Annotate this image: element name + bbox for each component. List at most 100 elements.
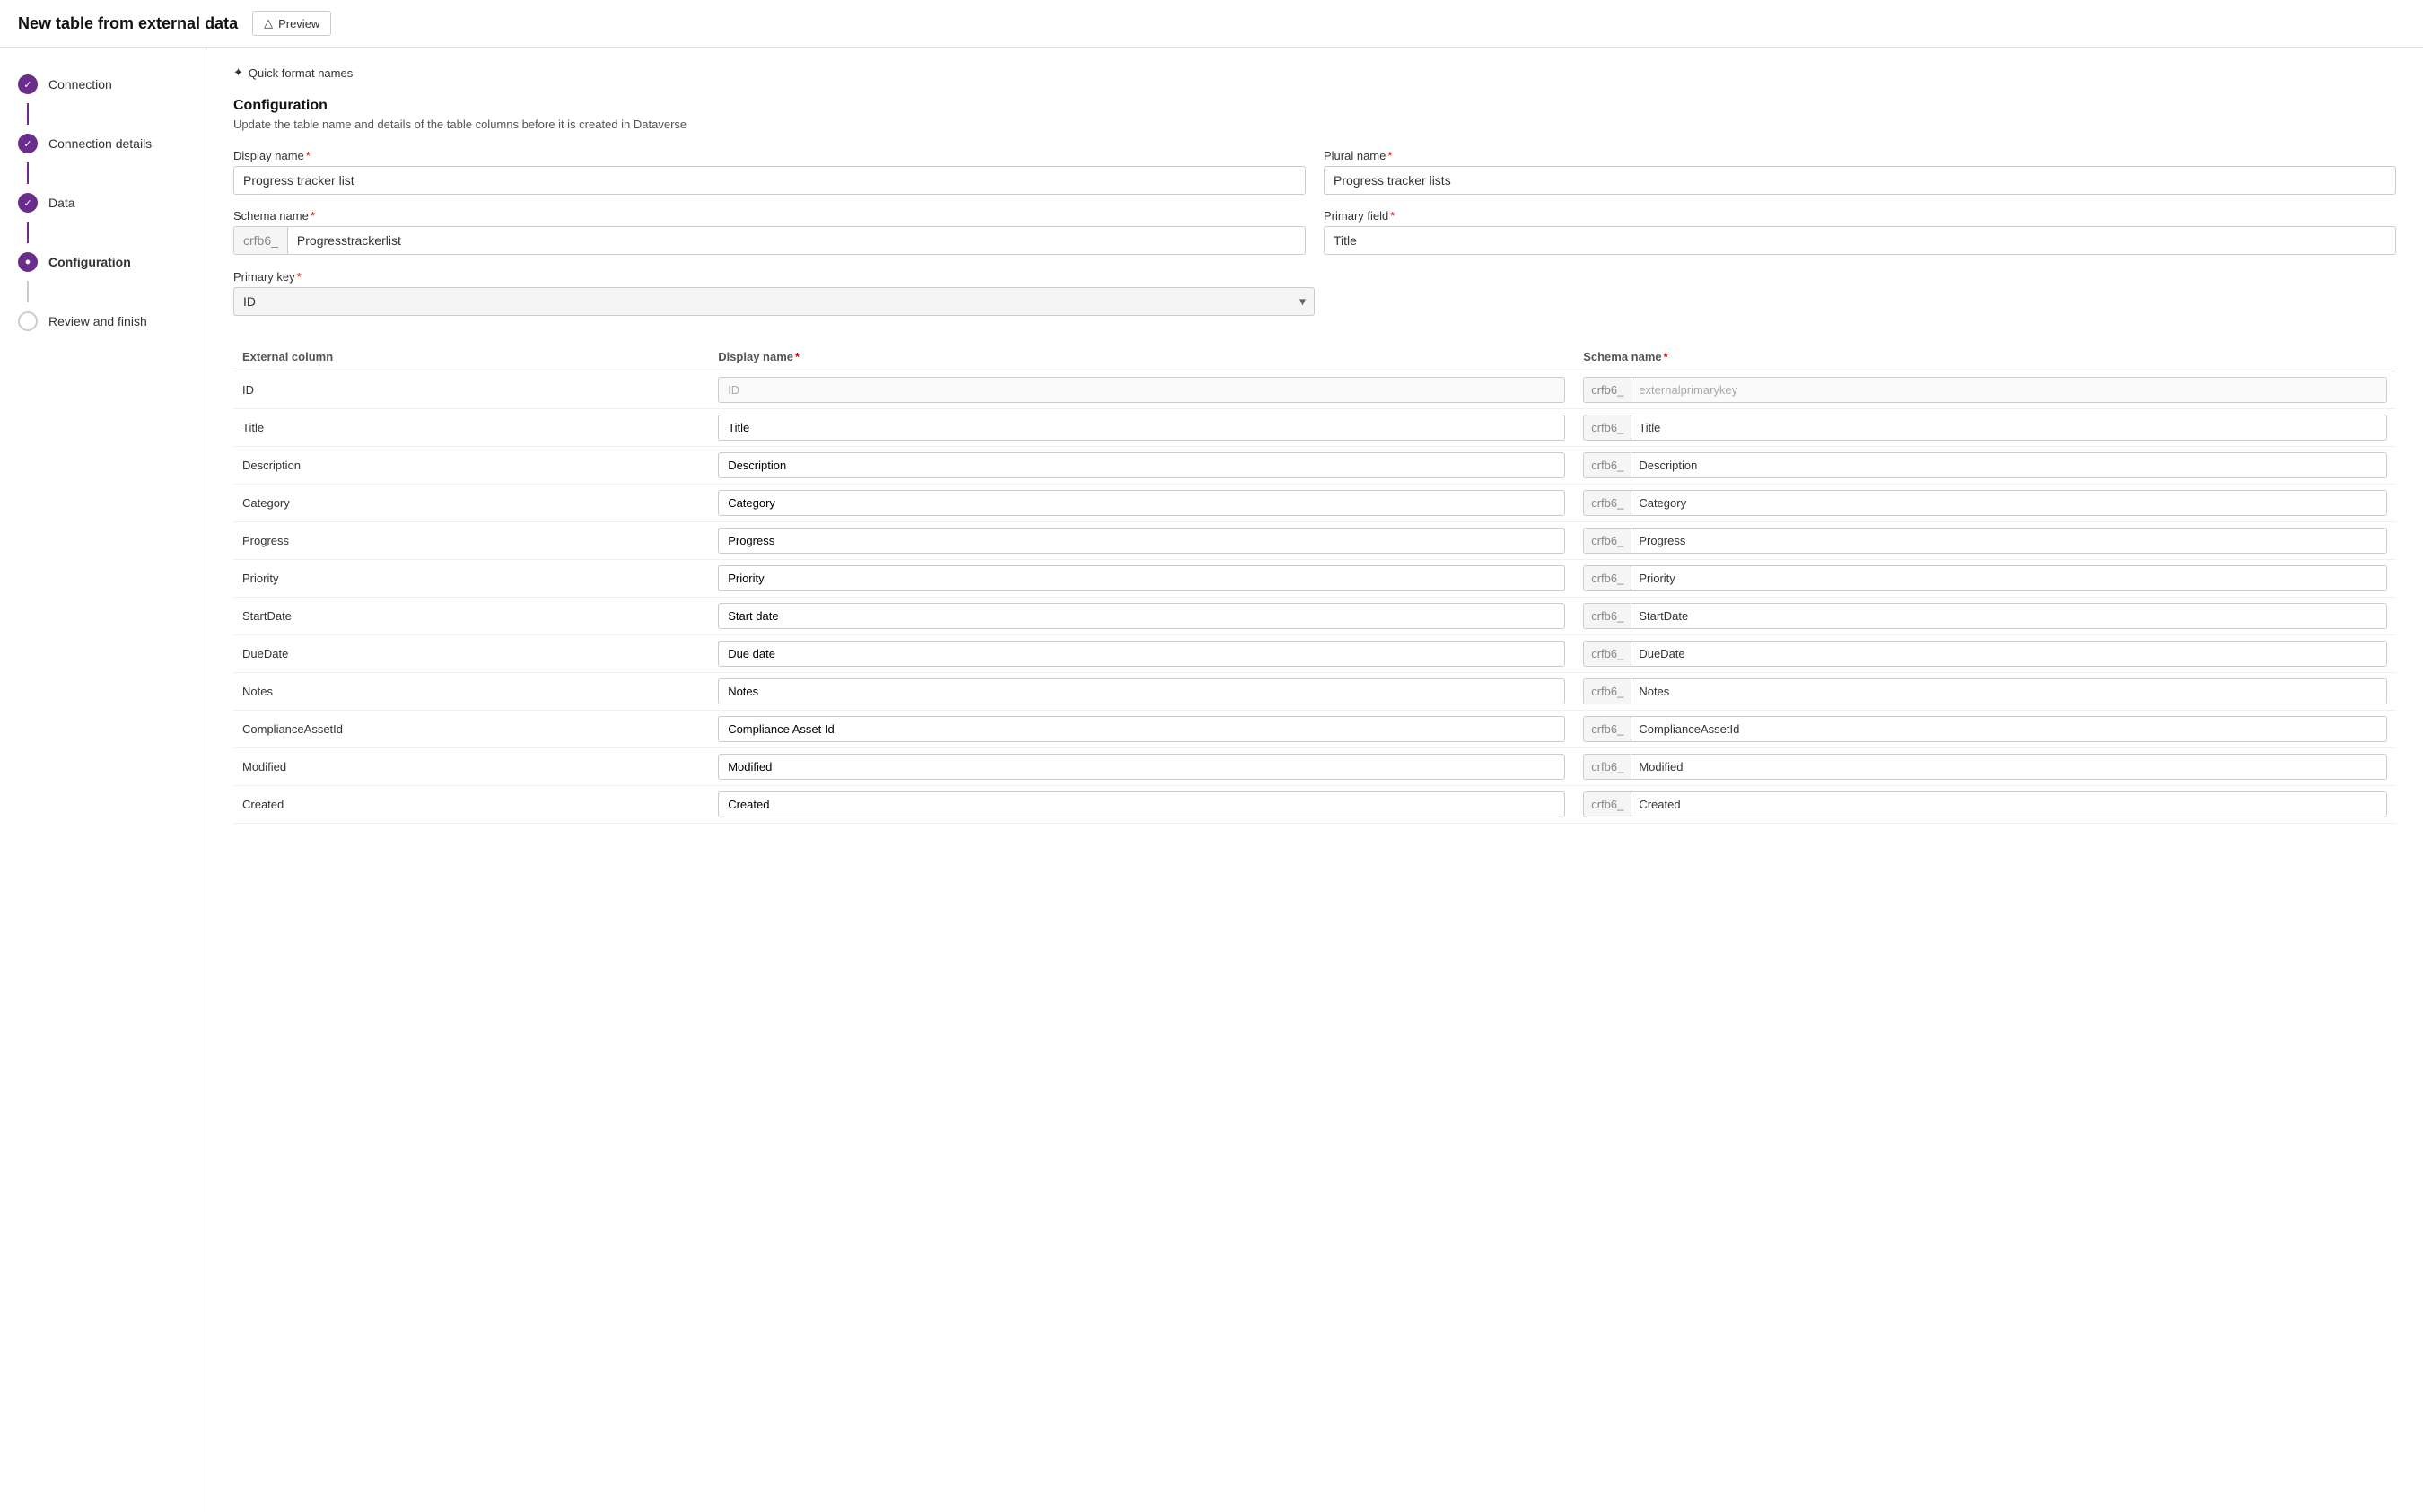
schema-col-wrap: crfb6_ xyxy=(1583,565,2387,591)
schema-col-prefix: crfb6_ xyxy=(1584,529,1631,553)
display-col-cell xyxy=(709,635,1574,673)
schema-col-input[interactable] xyxy=(1631,566,2386,590)
primary-field-input[interactable] xyxy=(1324,226,2396,255)
display-col-cell xyxy=(709,371,1574,409)
schema-col-input[interactable] xyxy=(1631,604,2386,628)
schema-col-input[interactable] xyxy=(1631,642,2386,666)
primary-field-label: Primary field* xyxy=(1324,209,2396,223)
plural-name-input[interactable] xyxy=(1324,166,2396,195)
quick-format-button[interactable]: ✦ Quick format names xyxy=(233,66,2396,80)
preview-icon: △ xyxy=(264,16,273,31)
display-col-input[interactable] xyxy=(718,716,1565,742)
schema-col-cell: crfb6_ xyxy=(1574,786,2396,824)
sidebar-label-data: Data xyxy=(48,196,75,210)
preview-button[interactable]: △ Preview xyxy=(252,11,331,36)
external-col-cell: ComplianceAssetId xyxy=(233,711,709,748)
schema-col-input[interactable] xyxy=(1631,529,2386,553)
display-col-input[interactable] xyxy=(718,791,1565,817)
preview-label: Preview xyxy=(278,17,319,31)
display-col-input[interactable] xyxy=(718,528,1565,554)
schema-col-cell: crfb6_ xyxy=(1574,635,2396,673)
sidebar-label-connection: Connection xyxy=(48,77,112,92)
schema-col-input[interactable] xyxy=(1631,491,2386,515)
display-col-input[interactable] xyxy=(718,490,1565,516)
schema-col-prefix: crfb6_ xyxy=(1584,755,1631,779)
schema-col-cell: crfb6_ xyxy=(1574,673,2396,711)
schema-col-wrap: crfb6_ xyxy=(1583,452,2387,478)
schema-value-input[interactable] xyxy=(288,227,1305,254)
sidebar-label-configuration: Configuration xyxy=(48,255,131,269)
plural-name-label: Plural name* xyxy=(1324,149,2396,162)
external-col-cell: Created xyxy=(233,786,709,824)
display-name-input[interactable] xyxy=(233,166,1306,195)
sidebar-label-connection-details: Connection details xyxy=(48,136,152,151)
schema-col-input[interactable] xyxy=(1631,415,2386,440)
display-col-cell xyxy=(709,711,1574,748)
display-col-input[interactable] xyxy=(718,603,1565,629)
display-col-input[interactable] xyxy=(718,377,1565,403)
external-col-cell: Category xyxy=(233,485,709,522)
display-name-group: Display name* xyxy=(233,149,1306,195)
schema-col-prefix: crfb6_ xyxy=(1584,378,1631,402)
schema-col-input[interactable] xyxy=(1631,717,2386,741)
primary-field-group: Primary field* xyxy=(1324,209,2396,255)
connector-3 xyxy=(27,222,29,243)
display-col-cell xyxy=(709,673,1574,711)
sidebar-item-data[interactable]: ✓ Data xyxy=(0,184,206,222)
table-row: Priority crfb6_ xyxy=(233,560,2396,598)
schema-col-wrap: crfb6_ xyxy=(1583,791,2387,817)
page-title: New table from external data xyxy=(18,14,238,33)
display-col-input[interactable] xyxy=(718,565,1565,591)
display-col-input[interactable] xyxy=(718,415,1565,441)
step-circle-connection-details: ✓ xyxy=(18,134,38,153)
quick-format-icon: ✦ xyxy=(233,66,243,80)
schema-col-input[interactable] xyxy=(1631,755,2386,779)
section-title: Configuration xyxy=(233,98,2396,114)
schema-col-prefix: crfb6_ xyxy=(1584,792,1631,817)
schema-col-input[interactable] xyxy=(1631,792,2386,817)
col-schema-header: Schema name* xyxy=(1574,343,2396,371)
sidebar-item-configuration[interactable]: ● Configuration xyxy=(0,243,206,281)
step-circle-data: ✓ xyxy=(18,193,38,213)
plural-name-group: Plural name* xyxy=(1324,149,2396,195)
main-content: ✦ Quick format names Configuration Updat… xyxy=(206,48,2423,1512)
schema-col-prefix: crfb6_ xyxy=(1584,566,1631,590)
schema-col-input[interactable] xyxy=(1631,453,2386,477)
schema-col-input[interactable] xyxy=(1631,378,2386,402)
schema-col-prefix: crfb6_ xyxy=(1584,491,1631,515)
table-row: StartDatecrfb6_ xyxy=(233,598,2396,635)
schema-col-cell: crfb6_ xyxy=(1574,598,2396,635)
table-row: Category crfb6_ xyxy=(233,485,2396,522)
schema-col-prefix: crfb6_ xyxy=(1584,453,1631,477)
display-col-input[interactable] xyxy=(718,641,1565,667)
table-row: ComplianceAssetIdcrfb6_ xyxy=(233,711,2396,748)
display-name-label: Display name* xyxy=(233,149,1306,162)
display-col-input[interactable] xyxy=(718,678,1565,704)
sidebar-item-review[interactable]: Review and finish xyxy=(0,302,206,340)
sidebar-label-review: Review and finish xyxy=(48,314,147,328)
schema-col-prefix: crfb6_ xyxy=(1584,415,1631,440)
display-col-cell xyxy=(709,485,1574,522)
schema-col-wrap: crfb6_ xyxy=(1583,415,2387,441)
display-col-cell xyxy=(709,447,1574,485)
display-col-input[interactable] xyxy=(718,452,1565,478)
display-col-cell xyxy=(709,560,1574,598)
table-row: Titlecrfb6_ xyxy=(233,409,2396,447)
schema-prefix: crfb6_ xyxy=(234,227,288,254)
primary-key-select[interactable]: ID xyxy=(233,287,1315,316)
display-col-cell xyxy=(709,522,1574,560)
schema-primary-row: Schema name* crfb6_ Primary field* xyxy=(233,209,2396,255)
step-circle-review xyxy=(18,311,38,331)
schema-name-label: Schema name* xyxy=(233,209,1306,223)
sidebar-item-connection-details[interactable]: ✓ Connection details xyxy=(0,125,206,162)
col-external-header: External column xyxy=(233,343,709,371)
display-col-cell xyxy=(709,748,1574,786)
sidebar-item-connection[interactable]: ✓ Connection xyxy=(0,66,206,103)
connector-1 xyxy=(27,103,29,125)
schema-col-input[interactable] xyxy=(1631,679,2386,704)
display-col-input[interactable] xyxy=(718,754,1565,780)
schema-col-wrap: crfb6_ xyxy=(1583,641,2387,667)
external-col-cell: Priority xyxy=(233,560,709,598)
connector-4 xyxy=(27,281,29,302)
table-row: IDcrfb6_ xyxy=(233,371,2396,409)
